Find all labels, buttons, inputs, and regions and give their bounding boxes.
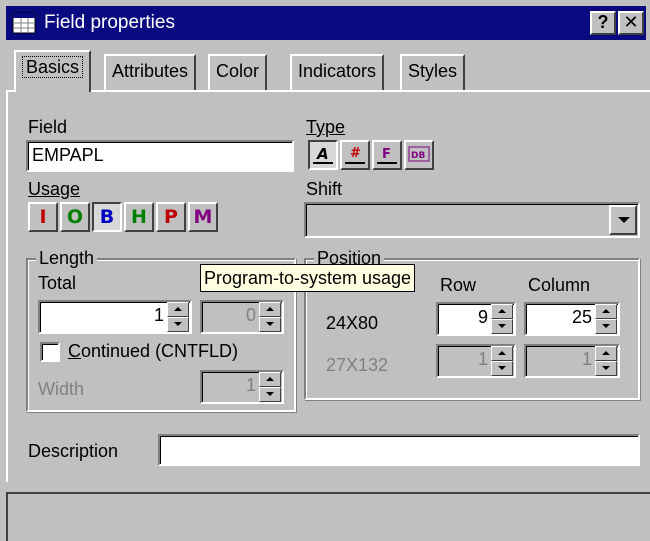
window-title: Field properties [44,12,175,33]
usage-message-button[interactable]: M [188,202,218,232]
usage-label: Usage [28,179,81,199]
tab-basics[interactable]: Basics [14,50,92,92]
tab-color[interactable]: Color [208,54,268,90]
field-properties-dialog: Field properties ? ✕ Basics Attributes C… [0,0,650,541]
help-button[interactable]: ? [590,11,616,35]
chevron-down-icon[interactable] [609,205,637,235]
spin-up-icon[interactable] [595,346,617,361]
svg-text:F: F [382,147,391,162]
decimal-positions-input[interactable]: 0 [200,300,284,334]
width-label: Width [38,379,85,399]
type-dbcs-button[interactable]: DB [404,140,434,170]
spin-down-icon[interactable] [259,387,281,402]
column-27x132-input[interactable]: 1 [524,344,620,378]
spin-up-icon[interactable] [259,302,281,317]
type-dbcs-icon: DB [408,146,430,162]
svg-text:DB: DB [411,151,425,161]
description-label: Description [28,441,119,461]
row-27x132-input[interactable]: 1 [436,344,516,378]
shift-select[interactable] [304,202,640,238]
spin-up-icon[interactable] [595,304,617,319]
usage-both-button[interactable]: B [92,202,122,232]
type-numeric-icon: # [345,146,365,164]
type-alphanumeric-icon: A [313,145,333,164]
close-button[interactable]: ✕ [618,11,644,35]
description-input[interactable] [158,434,640,466]
row-label: Row [440,275,477,295]
spin-down-icon[interactable] [259,317,281,332]
title-bar: Field properties ? ✕ [6,6,646,40]
svg-text:#: # [350,146,361,161]
svg-text:A: A [316,145,329,163]
continued-checkbox[interactable] [40,342,60,362]
close-icon: ✕ [623,12,639,32]
screen-size-24x80-label: 24X80 [326,313,379,333]
width-spinner[interactable] [259,372,281,402]
tab-styles[interactable]: Styles [400,54,466,90]
screen-size-27x132-label: 27X132 [326,355,389,375]
status-bar [6,492,650,541]
column-24x80-input[interactable]: 25 [524,302,620,336]
width-input[interactable]: 1 [200,370,284,404]
column-24x80-spinner[interactable] [595,304,617,334]
length-legend: Length [36,247,98,269]
tab-indicators[interactable]: Indicators [290,54,385,90]
usage-output-button[interactable]: O [60,202,90,232]
spin-up-icon[interactable] [491,346,513,361]
row-27x132-spinner[interactable] [491,346,513,376]
spin-up-icon[interactable] [259,372,281,387]
type-alphanumeric-button[interactable]: A [308,140,338,170]
spin-down-icon[interactable] [491,361,513,376]
spin-up-icon[interactable] [167,302,189,317]
spin-down-icon[interactable] [491,319,513,334]
tab-attributes[interactable]: Attributes [104,54,197,90]
total-length-spinner[interactable] [167,302,189,332]
total-length-input[interactable]: 1 [38,300,192,334]
continued-label: Continued (CNTFLD) [68,341,239,361]
type-float-button[interactable]: F [372,140,402,170]
decimal-positions-spinner[interactable] [259,302,281,332]
type-label: Type [306,117,346,137]
type-float-icon: F [377,147,397,164]
usage-tooltip: Program-to-system usage [200,264,416,292]
usage-program-button[interactable]: P [156,202,186,232]
spin-down-icon[interactable] [167,317,189,332]
spin-up-icon[interactable] [491,304,513,319]
column-label: Column [528,275,591,295]
usage-input-button[interactable]: I [28,202,58,232]
field-name-input[interactable]: EMPAPL [26,140,294,172]
field-label: Field [28,117,68,137]
column-27x132-spinner[interactable] [595,346,617,376]
row-24x80-input[interactable]: 9 [436,302,516,336]
spin-down-icon[interactable] [595,319,617,334]
table-window-icon [12,12,36,34]
usage-hidden-button[interactable]: H [124,202,154,232]
type-numeric-button[interactable]: # [340,140,370,170]
total-label: Total [38,273,77,293]
shift-label: Shift [306,179,343,199]
spin-down-icon[interactable] [595,361,617,376]
row-24x80-spinner[interactable] [491,304,513,334]
